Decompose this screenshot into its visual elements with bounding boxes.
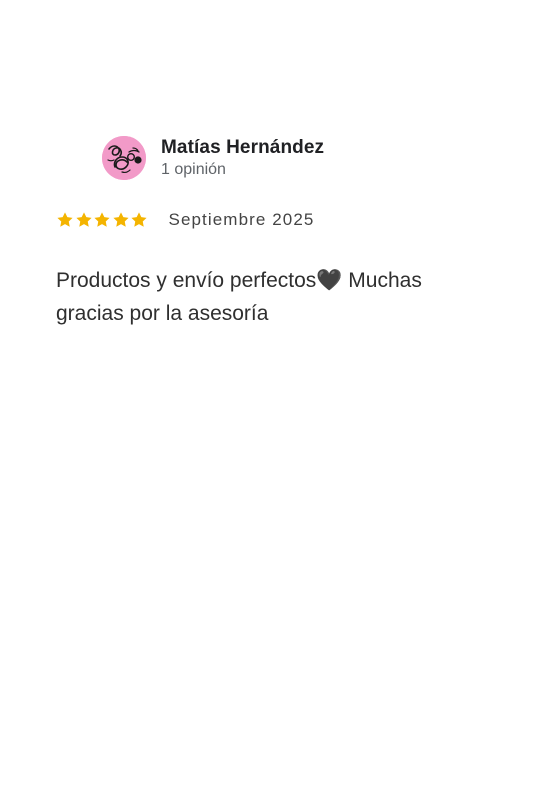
review-card: Matías Hernández 1 opinión Septiembre 20… [0, 0, 540, 800]
reviewer-info: Matías Hernández 1 opinión [161, 137, 324, 180]
review-date: Septiembre 2025 [168, 210, 315, 229]
star-icon [75, 211, 93, 229]
avatar[interactable] [102, 136, 146, 180]
review-count: 1 opinión [161, 160, 226, 178]
star-icon [112, 211, 130, 229]
rating-row: Septiembre 2025 [56, 206, 314, 234]
star-rating [56, 211, 149, 229]
star-icon [130, 211, 148, 229]
review-text: Productos y envío perfectos🖤 Muchas grac… [56, 269, 422, 325]
star-icon [56, 211, 74, 229]
reviewer-name[interactable]: Matías Hernández [161, 137, 324, 159]
reviewer-header: Matías Hernández 1 opinión [102, 136, 324, 180]
star-icon [93, 211, 111, 229]
